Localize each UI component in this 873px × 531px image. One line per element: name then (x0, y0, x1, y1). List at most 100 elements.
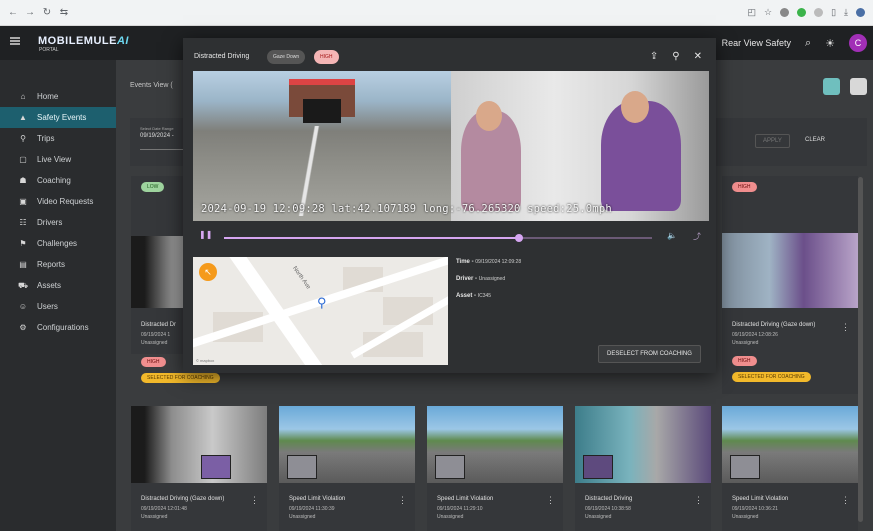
more-options-icon[interactable]: ⋮ (398, 495, 407, 506)
logo-ai: AI (116, 35, 129, 47)
extension-icon[interactable] (780, 8, 790, 17)
sidebar-item-live-view[interactable]: ▢ Live View (0, 149, 116, 170)
tunnel (289, 79, 355, 123)
severity-tag: HIGH (314, 50, 339, 64)
sidebar-item-users[interactable]: ☺ Users (0, 296, 116, 317)
apply-button[interactable]: APPLY (755, 134, 790, 148)
bookmark-icon[interactable]: ☆ (764, 7, 772, 18)
back-icon[interactable]: ← (8, 7, 18, 18)
share-icon[interactable]: ⇪ (650, 51, 658, 62)
event-title: Distracted Driving (585, 496, 633, 502)
event-card[interactable]: Speed Limit Violation ⋮ 09/19/2024 11:29… (427, 406, 563, 531)
event-date: 09/19/2024 10:36:21 (732, 506, 778, 512)
more-options-icon[interactable]: ⋮ (546, 495, 555, 506)
more-options-icon[interactable]: ⋮ (841, 495, 850, 506)
street-label: North Ave (291, 265, 312, 291)
video-request-icon: ▣ (19, 197, 27, 206)
sidebar-item-label: Home (37, 92, 59, 101)
event-video[interactable]: 2024-09-19 12:09:28 lat:42.107189 long:-… (193, 71, 709, 221)
map-attribution: © mapbox (196, 358, 215, 363)
sidebar-item-label: Assets (37, 281, 62, 290)
event-detail-modal: Distracted Driving Gaze Down HIGH ⇪ ⚲ ✕ … (183, 38, 716, 373)
sidebar-item-coaching[interactable]: ☗ Coaching (0, 170, 116, 191)
pause-icon[interactable]: ❚❚ (199, 230, 212, 239)
event-date: 09/19/2024 12:01:48 (141, 506, 187, 512)
sidebar-item-reports[interactable]: ▤ Reports (0, 254, 116, 275)
progress-handle[interactable] (515, 234, 524, 242)
brightness-icon[interactable]: ☀ (825, 37, 835, 50)
event-driver: Unassigned (437, 514, 464, 520)
more-options-icon[interactable]: ⋮ (250, 495, 259, 506)
more-options-icon[interactable]: ⋮ (694, 495, 703, 506)
sidebar-item-label: Safety Events (37, 113, 87, 122)
event-thumbnail[interactable] (427, 406, 563, 483)
progress-fill (224, 237, 520, 239)
behavior-tag: Gaze Down (267, 50, 306, 64)
list-view-button[interactable] (850, 78, 867, 95)
event-title: Distracted Dr (141, 322, 177, 328)
search-icon[interactable]: ⌕ (805, 37, 811, 50)
avatar[interactable]: C (849, 34, 867, 52)
video-player-controls: ❚❚ 🔈 ⤴ (193, 228, 709, 246)
event-map[interactable]: North Ave ⚲ ↖ © mapbox (193, 257, 448, 365)
sidebar-item-label: Video Requests (37, 197, 94, 206)
sidebar: ⌂ Home ▲ Safety Events ⚲ Trips ▢ Live View ☗… (0, 60, 116, 531)
sidepanel-icon[interactable]: ▯ (831, 7, 836, 18)
sidebar-item-drivers[interactable]: ☷ Drivers (0, 212, 116, 233)
pin-icon[interactable]: ⚲ (672, 51, 679, 62)
deselect-coaching-button[interactable]: DESELECT FROM COACHING (598, 345, 701, 363)
event-thumbnail[interactable] (575, 406, 711, 483)
grid-view-button[interactable] (823, 78, 840, 95)
sidebar-item-challenges[interactable]: ⚑ Challenges (0, 233, 116, 254)
coaching-chip[interactable]: SELECTED FOR COACHING (141, 373, 220, 383)
download-icon[interactable]: ⤓ (844, 7, 848, 18)
road-camera-view (193, 71, 451, 221)
install-icon[interactable]: ◰ (747, 7, 756, 18)
logo-text: MOBILEMULE (38, 35, 117, 47)
logo-subtitle: PORTAL (39, 47, 59, 53)
sidebar-item-label: Coaching (37, 176, 71, 185)
menu-icon[interactable] (10, 37, 20, 45)
settings-icon: ⚙ (19, 323, 27, 332)
event-thumbnail[interactable] (722, 406, 858, 483)
sidebar-item-video-requests[interactable]: ▣ Video Requests (0, 191, 116, 212)
users-icon: ☺ (18, 302, 28, 311)
reload-icon[interactable]: ↻ (42, 7, 52, 18)
event-driver: Unassigned (585, 514, 612, 520)
compass-icon[interactable]: ↖ (199, 263, 217, 281)
modal-title: Distracted Driving (194, 53, 250, 60)
clear-button[interactable]: CLEAR (805, 137, 825, 143)
volume-icon[interactable]: 🔈 (667, 231, 677, 240)
sidebar-item-safety-events[interactable]: ▲ Safety Events (0, 107, 116, 128)
coaching-chip[interactable]: SELECTED FOR COACHING (732, 372, 811, 382)
chart-icon[interactable]: ⤴ (693, 231, 701, 242)
event-card[interactable]: HIGH Distracted Driving (Gaze down) ⋮ 09… (722, 176, 858, 394)
fleet-title[interactable]: Rear View Safety (722, 38, 791, 48)
event-card[interactable]: Distracted Driving (Gaze down) ⋮ 09/19/2… (131, 406, 267, 531)
event-thumbnail[interactable] (131, 406, 267, 483)
scrollbar[interactable] (858, 177, 863, 522)
event-date: 09/19/2024 12:08:26 (732, 332, 778, 338)
sidebar-item-configurations[interactable]: ⚙ Configurations (0, 317, 116, 338)
close-icon[interactable]: ✕ (694, 51, 702, 62)
extension-icon[interactable] (814, 8, 824, 17)
tune-icon[interactable]: ⇆ (59, 7, 69, 18)
extension-icon[interactable] (797, 8, 807, 17)
cabin-camera-view (451, 71, 709, 221)
event-thumbnail[interactable] (279, 406, 415, 483)
home-icon: ⌂ (20, 92, 26, 101)
sidebar-item-home[interactable]: ⌂ Home (0, 86, 116, 107)
event-card[interactable]: Speed Limit Violation ⋮ 09/19/2024 11:30… (279, 406, 415, 531)
sidebar-item-assets[interactable]: ⛟ Assets (0, 275, 116, 296)
coaching-icon: ☗ (19, 176, 27, 185)
profile-icon[interactable] (856, 8, 865, 17)
sidebar-item-trips[interactable]: ⚲ Trips (0, 128, 116, 149)
progress-track[interactable] (224, 234, 652, 242)
event-thumbnail[interactable] (722, 233, 858, 308)
forward-icon[interactable]: → (25, 7, 35, 18)
sidebar-item-label: Drivers (37, 218, 63, 227)
severity-badge: LOW (141, 182, 165, 192)
more-options-icon[interactable]: ⋮ (841, 322, 850, 333)
event-card[interactable]: Speed Limit Violation ⋮ 09/19/2024 10:36… (722, 406, 858, 531)
event-card[interactable]: Distracted Driving ⋮ 09/19/2024 10:38:58… (575, 406, 711, 531)
